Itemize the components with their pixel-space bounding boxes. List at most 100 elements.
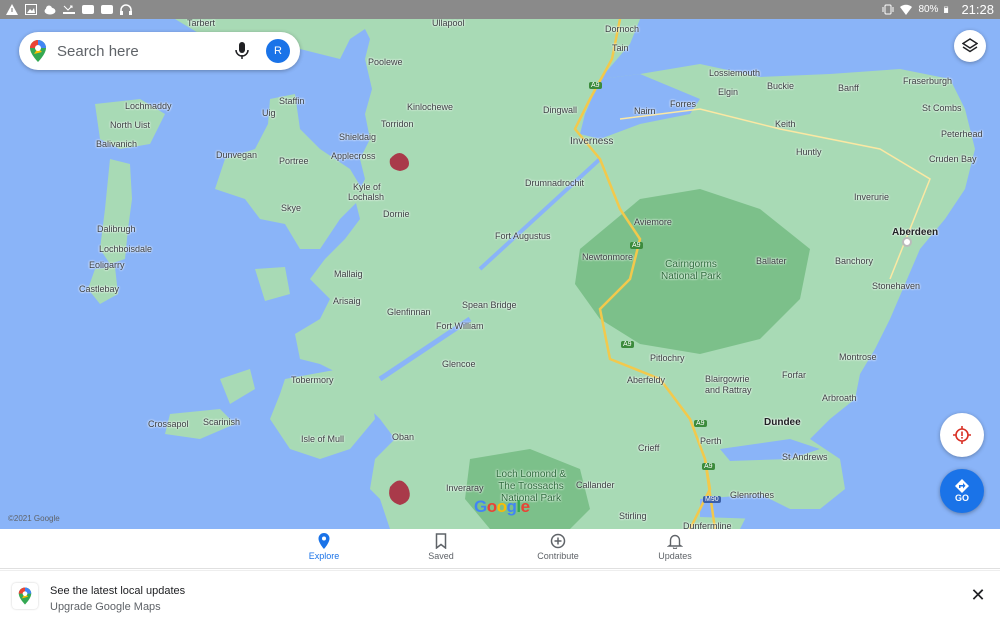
place-label[interactable]: Dornoch [605,24,639,34]
nav-contribute[interactable]: Contribute [523,533,593,561]
place-label[interactable]: Aviemore [634,217,672,227]
place-label[interactable]: Arbroath [822,393,857,403]
place-label[interactable]: Aberfeldy [627,375,665,385]
clock: 21:28 [961,2,994,17]
layers-button[interactable] [954,30,986,62]
place-label[interactable]: Uig [262,108,276,118]
nav-saved[interactable]: Saved [406,533,476,561]
place-label[interactable]: Shieldaig [339,132,376,142]
google-maps-pin-icon [30,40,46,62]
place-label[interactable]: North Uist [110,120,150,130]
place-label[interactable]: Torridon [381,119,414,129]
place-label[interactable]: Tobermory [291,375,334,385]
directions-go-button[interactable]: GO [940,469,984,513]
place-label[interactable]: Forres [670,99,696,109]
place-label[interactable]: Scarinish [203,417,240,427]
place-label[interactable]: Lochboisdale [99,244,152,254]
place-label[interactable]: Inverurie [854,192,889,202]
place-label[interactable]: Lossiemouth [709,68,760,78]
place-label[interactable]: Crossapol [148,419,189,429]
place-label[interactable]: Tarbert [187,19,215,28]
place-label[interactable]: Eoligarry [89,260,125,270]
my-location-button[interactable] [940,413,984,457]
place-label[interactable]: Callander [576,480,615,490]
go-label: GO [954,493,969,503]
place-label[interactable]: and Rattray [705,385,752,395]
bell-icon [667,534,683,549]
rum-eigg [255,267,290,301]
place-label[interactable]: Fraserburgh [903,76,952,86]
place-label[interactable]: Glencoe [442,359,476,369]
nav-updates[interactable]: Updates [640,533,710,561]
place-label[interactable]: Lochalsh [348,192,384,202]
place-label[interactable]: Dunfermline [683,521,732,529]
place-label[interactable]: Tain [612,43,629,53]
place-label[interactable]: Newtonmore [582,252,633,262]
banner-subtitle[interactable]: Upgrade Google Maps [50,601,161,613]
place-label[interactable]: Dornie [383,209,410,219]
place-label[interactable]: St Andrews [782,452,828,462]
place-label[interactable]: Drumnadrochit [525,178,584,188]
place-label[interactable]: Keith [775,119,796,129]
place-label[interactable]: Stirling [619,511,647,521]
place-label[interactable]: Dalibrugh [97,224,136,234]
place-label[interactable]: Portree [279,156,309,166]
place-label[interactable]: Kyle of [353,182,381,192]
place-label[interactable]: St Combs [922,103,962,113]
place-label[interactable]: Spean Bridge [462,300,517,310]
place-label[interactable]: Crieff [638,443,659,453]
place-label[interactable]: Cruden Bay [929,154,977,164]
place-label[interactable]: Lochmaddy [125,101,172,111]
place-label[interactable]: Staffin [279,96,304,106]
place-label[interactable]: Huntly [796,147,822,157]
place-label[interactable]: Peterhead [941,129,983,139]
place-label[interactable]: Banff [838,83,859,93]
place-label[interactable]: Ullapool [432,19,465,28]
place-label[interactable]: Nairn [634,106,656,116]
road-badge: A9 [630,242,643,249]
place-label[interactable]: Skye [281,203,301,213]
place-label[interactable]: Mallaig [334,269,363,279]
road-badge: A9 [702,463,715,470]
place-label[interactable]: Dunvegan [216,150,257,160]
place-label[interactable]: Oban [392,432,414,442]
search-bar[interactable]: Search here R [19,32,300,70]
place-label[interactable]: Glenrothes [730,490,774,500]
microphone-icon[interactable] [234,42,250,60]
place-label[interactable]: Inveraray [446,483,484,493]
upgrade-banner[interactable]: See the latest local updates Upgrade Goo… [0,570,1000,625]
place-label[interactable]: Inverness [570,136,613,147]
park-label[interactable]: Cairngorms National Park [651,259,731,283]
place-label[interactable]: Fort Augustus [495,231,551,241]
place-label[interactable]: Ballater [756,256,787,266]
place-label[interactable]: Pitlochry [650,353,685,363]
place-label[interactable]: Poolewe [368,57,403,67]
place-label[interactable]: Dingwall [543,105,577,115]
search-input[interactable]: Search here [57,43,234,60]
nav-explore[interactable]: Explore [289,533,359,561]
place-label[interactable]: Isle of Mull [301,434,344,444]
close-icon[interactable]: ✕ [968,585,988,605]
directions-icon [955,479,969,493]
place-label[interactable]: Castlebay [79,284,119,294]
place-label[interactable]: Blairgowrie [705,374,750,384]
place-label[interactable]: Stonehaven [872,281,920,291]
place-label[interactable]: Banchory [835,256,873,266]
warning-icon [6,4,18,15]
place-label[interactable]: Glenfinnan [387,307,431,317]
place-label[interactable]: Aberdeen [892,227,938,238]
map-canvas[interactable]: Tarbert Ullapool Dornoch Tain Poolewe St… [0,19,1000,529]
place-label[interactable]: Perth [700,436,722,446]
place-label[interactable]: Balivanich [96,139,137,149]
place-label[interactable]: Montrose [839,352,877,362]
place-label[interactable]: Applecross [331,151,376,161]
place-label[interactable]: Fort William [436,321,484,331]
place-label[interactable]: Arisaig [333,296,361,306]
place-label[interactable]: Dundee [764,417,801,428]
place-label[interactable]: Kinlochewe [407,102,453,112]
account-avatar[interactable]: R [266,39,290,63]
place-label[interactable]: Forfar [782,370,806,380]
place-label[interactable]: Buckie [767,81,794,91]
road-badge: A9 [621,341,634,348]
place-label[interactable]: Elgin [718,87,738,97]
